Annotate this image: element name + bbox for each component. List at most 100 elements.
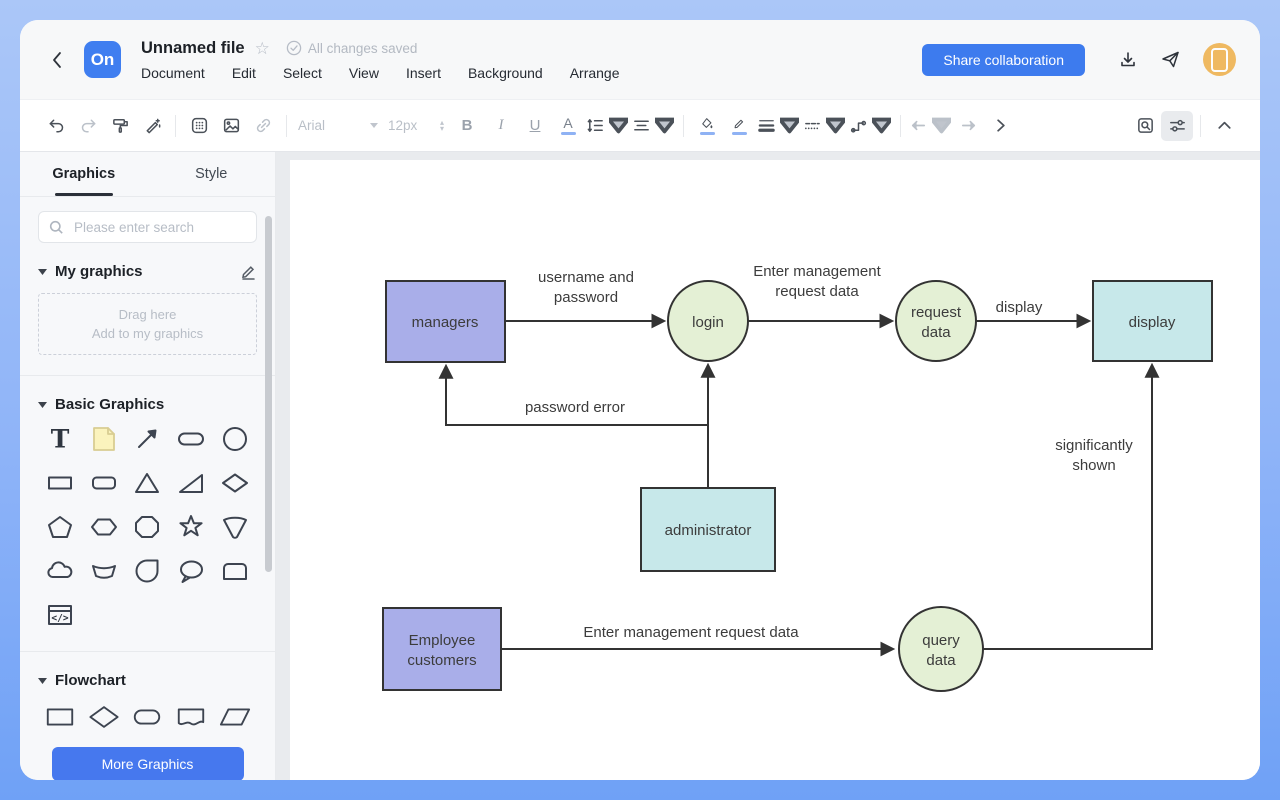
insert-link-button[interactable] xyxy=(247,111,279,141)
shape-rectangle-icon[interactable] xyxy=(44,467,76,499)
shape-search[interactable] xyxy=(38,211,257,243)
shape-arrow-icon[interactable] xyxy=(131,423,163,455)
tab-style[interactable]: Style xyxy=(148,152,276,196)
shape-frame-icon[interactable] xyxy=(219,555,251,587)
line-style-button[interactable] xyxy=(801,111,847,141)
menu-edit[interactable]: Edit xyxy=(232,65,256,81)
shape-hexagon-icon[interactable] xyxy=(88,511,120,543)
menu-view[interactable]: View xyxy=(349,65,379,81)
shape-note-icon[interactable] xyxy=(88,423,120,455)
shape-cone-icon[interactable] xyxy=(219,511,251,543)
shape-pentagon-icon[interactable] xyxy=(44,511,76,543)
avatar[interactable] xyxy=(1203,43,1236,76)
shape-data-icon[interactable] xyxy=(219,701,251,733)
tab-graphics[interactable]: Graphics xyxy=(20,152,148,196)
font-family-select[interactable]: Arial xyxy=(294,118,382,133)
shape-rounded-rectangle-icon[interactable] xyxy=(88,467,120,499)
shape-terminator-icon[interactable] xyxy=(131,701,163,733)
line-height-button[interactable] xyxy=(584,111,630,141)
shape-code-block-icon[interactable]: </> xyxy=(44,599,76,631)
shape-diamond-icon[interactable] xyxy=(219,467,251,499)
canvas-page[interactable]: username and password Enter management r… xyxy=(290,160,1260,780)
edge-label-enter-mgmt-full[interactable]: Enter management request data xyxy=(583,624,799,641)
basic-graphics-header[interactable]: Basic Graphics xyxy=(38,396,257,413)
shape-process-icon[interactable] xyxy=(44,701,76,733)
edge-label-password-error[interactable]: password error xyxy=(525,399,625,416)
share-collaboration-button[interactable]: Share collaboration xyxy=(922,44,1085,76)
italic-button[interactable]: I xyxy=(484,111,518,141)
document-title[interactable]: Unnamed file xyxy=(141,39,245,58)
send-button[interactable] xyxy=(1149,44,1191,76)
download-button[interactable] xyxy=(1107,44,1149,76)
edge-label-display[interactable]: display xyxy=(996,299,1043,316)
more-tools-button[interactable] xyxy=(984,111,1016,141)
back-button[interactable] xyxy=(44,47,70,73)
search-input[interactable] xyxy=(72,219,246,236)
canvas-settings-button[interactable] xyxy=(1161,111,1193,141)
style-brush-button[interactable] xyxy=(136,111,168,141)
flowchart-header[interactable]: Flowchart xyxy=(38,672,257,689)
insert-image-button[interactable] xyxy=(215,111,247,141)
line-width-button[interactable] xyxy=(755,111,801,141)
edge-label-enter-mgmt-1[interactable]: Enter management xyxy=(753,263,881,280)
shape-speech-bubble-icon[interactable] xyxy=(175,555,207,587)
connector-type-button[interactable] xyxy=(847,111,893,141)
edge-label-username-2[interactable]: password xyxy=(554,289,618,306)
shape-cloud-icon[interactable] xyxy=(44,555,76,587)
menu-insert[interactable]: Insert xyxy=(406,65,441,81)
edit-my-graphics-button[interactable] xyxy=(240,263,257,280)
app-logo[interactable]: On xyxy=(84,41,121,78)
redo-button[interactable] xyxy=(72,111,104,141)
shape-circle-icon[interactable] xyxy=(219,423,251,455)
shape-stadium-icon[interactable] xyxy=(175,423,207,455)
shape-teardrop-icon[interactable] xyxy=(131,555,163,587)
dropzone-text-1: Drag here xyxy=(119,305,177,324)
edge-querydata-display[interactable] xyxy=(983,365,1152,649)
underline-button[interactable]: U xyxy=(518,111,552,141)
nav-back-button[interactable] xyxy=(908,111,952,141)
pattern-fill-button[interactable] xyxy=(183,111,215,141)
line-color-button[interactable] xyxy=(723,111,755,141)
format-painter-button[interactable] xyxy=(104,111,136,141)
edge-password-error[interactable] xyxy=(446,366,708,425)
collapse-toolbar-button[interactable] xyxy=(1208,111,1240,141)
collapse-caret-icon xyxy=(38,678,47,684)
font-color-button[interactable]: A xyxy=(552,111,584,141)
node-employee-customers[interactable] xyxy=(383,608,501,690)
shape-curved-banner-icon[interactable] xyxy=(88,555,120,587)
edge-label-username-1[interactable]: username and xyxy=(538,269,634,286)
font-size-select[interactable]: 12px ▴▾ xyxy=(382,118,450,133)
my-graphics-header[interactable]: My graphics xyxy=(38,263,257,280)
undo-button[interactable] xyxy=(40,111,72,141)
node-query-data[interactable] xyxy=(899,607,983,691)
shape-text-icon[interactable]: T xyxy=(44,423,76,455)
shape-decision-icon[interactable] xyxy=(88,701,120,733)
my-graphics-dropzone[interactable]: Drag here Add to my graphics xyxy=(38,293,257,355)
edge-label-significant-2[interactable]: shown xyxy=(1072,457,1115,474)
size-stepper[interactable]: ▴▾ xyxy=(440,120,444,132)
node-request-data[interactable] xyxy=(896,281,976,361)
shape-right-triangle-icon[interactable] xyxy=(175,467,207,499)
sidebar-scrollbar[interactable] xyxy=(265,216,272,572)
find-in-document-button[interactable] xyxy=(1129,111,1161,141)
nav-forward-button[interactable] xyxy=(952,111,984,141)
menu-arrange[interactable]: Arrange xyxy=(570,65,620,81)
favorite-star-icon[interactable]: ☆ xyxy=(255,40,270,57)
text-align-button[interactable] xyxy=(630,111,676,141)
shape-triangle-icon[interactable] xyxy=(131,467,163,499)
menu-select[interactable]: Select xyxy=(283,65,322,81)
menu-background[interactable]: Background xyxy=(468,65,543,81)
shape-star-icon[interactable] xyxy=(175,511,207,543)
shape-octagon-icon[interactable] xyxy=(131,511,163,543)
edge-label-enter-mgmt-2[interactable]: request data xyxy=(775,283,859,300)
menu-document[interactable]: Document xyxy=(141,65,205,81)
more-graphics-button[interactable]: More Graphics xyxy=(52,747,244,780)
canvas-viewport[interactable]: username and password Enter management r… xyxy=(276,152,1260,780)
shape-document-icon[interactable] xyxy=(175,701,207,733)
chevron-down-icon xyxy=(370,123,378,128)
basic-graphics-title: Basic Graphics xyxy=(55,396,164,413)
save-status: All changes saved xyxy=(286,40,418,56)
bold-button[interactable]: B xyxy=(450,111,484,141)
fill-color-button[interactable] xyxy=(691,111,723,141)
edge-label-significant-1[interactable]: significantly xyxy=(1055,437,1133,454)
